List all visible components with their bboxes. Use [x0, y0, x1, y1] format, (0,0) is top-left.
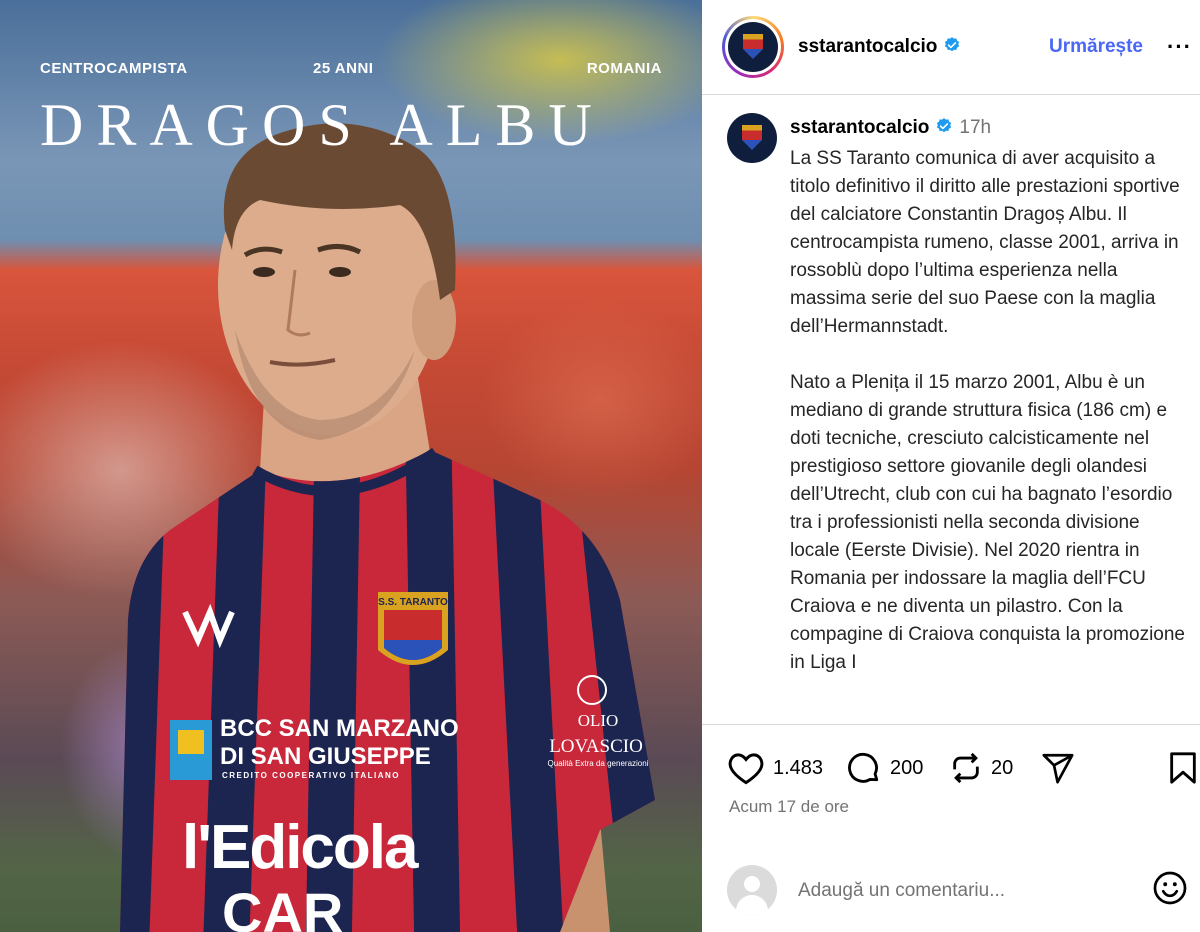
verified-icon [937, 118, 952, 133]
caption-avatar[interactable] [727, 113, 777, 163]
club-crest-icon [742, 125, 762, 150]
save-button[interactable] [1168, 751, 1198, 785]
player-name: DRAGOS ALBU [40, 92, 605, 158]
repost-count[interactable]: 20 [991, 757, 1013, 780]
shirt-sponsor-3: CREDITO COOPERATIVO ITALIANO [222, 771, 400, 780]
profile-avatar[interactable] [722, 16, 784, 78]
player-role: CENTROCAMPISTA [40, 60, 188, 77]
heart-icon [728, 753, 764, 785]
post-header: sstarantocalcio Urmărește ··· [702, 0, 1200, 95]
bookmark-icon [1170, 752, 1196, 784]
shirt-sponsor-2: DI SAN GIUSEPPE [220, 743, 431, 770]
shirt-sponsor-1: BCC SAN MARZANO [220, 715, 459, 742]
verified-icon [945, 37, 960, 52]
repost-button[interactable]: 20 [949, 751, 1013, 785]
repost-icon [953, 752, 979, 784]
emoji-icon[interactable] [1152, 870, 1188, 906]
share-button[interactable] [1040, 751, 1076, 785]
caption-username[interactable]: sstarantocalcio [790, 117, 929, 138]
share-icon [1042, 753, 1074, 784]
caption-header: sstarantocalcio 17h [790, 117, 991, 139]
current-user-avatar[interactable] [727, 865, 777, 915]
player-age: 25 ANNI [313, 60, 374, 77]
sleeve-sponsor-1: OLIO [578, 711, 619, 730]
post-caption: sstarantocalcio 17h La SS Taranto comunic… [702, 96, 1200, 724]
comment-button[interactable]: 200 [846, 751, 923, 785]
follow-button[interactable]: Urmărește [1049, 36, 1143, 58]
post-time-ago[interactable]: Acum 17 de ore [729, 797, 849, 817]
more-icon[interactable]: ··· [1167, 34, 1192, 60]
caption-paragraph: La SS Taranto comunica di aver acquisito… [790, 148, 1180, 337]
player-country: ROMANIA [586, 60, 662, 77]
caption-timestamp[interactable]: 17h [959, 117, 991, 138]
comment-count[interactable]: 200 [890, 757, 923, 780]
player-meta: CENTROCAMPISTA 25 ANNI ROMANIA [40, 60, 662, 80]
header-username[interactable]: sstarantocalcio [798, 36, 961, 58]
comment-icon [848, 752, 879, 783]
crest-text: S.S. TARANTO [378, 597, 448, 608]
sleeve-sponsor-2: LOVASCIO [549, 736, 643, 757]
like-count[interactable]: 1.483 [773, 757, 823, 780]
shirt-bottom-sponsor: CAR [222, 881, 343, 932]
add-comment-row [702, 863, 1200, 932]
username-text[interactable]: sstarantocalcio [798, 36, 937, 57]
comment-input[interactable] [798, 877, 1128, 905]
sleeve-sponsor-3: Qualità Extra da generazioni [548, 759, 649, 768]
post-sidebar: sstarantocalcio Urmărește ··· sstarantoc… [702, 0, 1200, 932]
post-image[interactable]: S.S. TARANTO BCC SAN MARZANO DI SAN GIUS… [0, 0, 702, 932]
like-button[interactable]: 1.483 [727, 751, 823, 785]
club-crest-icon [743, 34, 763, 59]
shirt-main-sponsor: l'Edicola [182, 813, 419, 882]
caption-paragraph: Nato a Plenița il 15 marzo 2001, Albu è … [790, 372, 1186, 673]
caption-text: La SS Taranto comunica di aver acquisito… [790, 145, 1190, 677]
post-actions: 1.483 200 20 Acum 17 de ore [702, 724, 1200, 932]
